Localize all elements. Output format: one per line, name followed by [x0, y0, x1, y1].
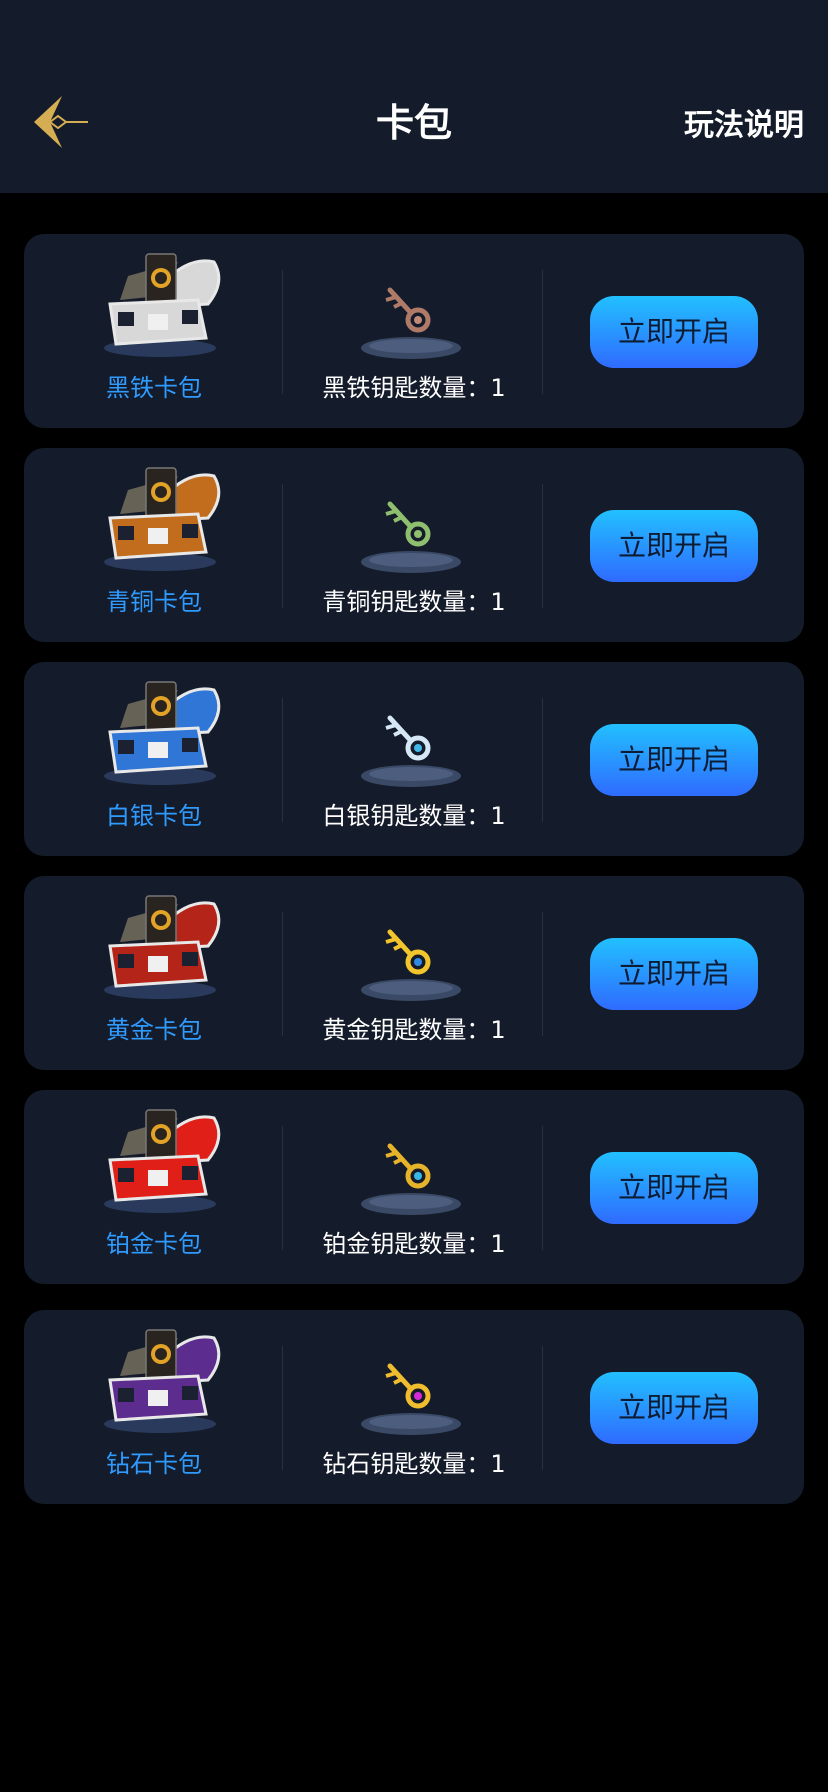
- divider: [542, 484, 543, 608]
- key-count-label: 黑铁钥匙数量：1: [284, 368, 544, 408]
- treasure-chest-icon: [90, 1328, 238, 1436]
- pack-card-3: 白银卡包 白银钥匙数量：1 立即开启: [24, 662, 804, 856]
- treasure-chest-icon: [90, 466, 238, 574]
- key-count-label: 铂金钥匙数量：1: [284, 1224, 544, 1264]
- key-count-text: 钻石钥匙数量：: [322, 1450, 491, 1478]
- treasure-chest-icon: [90, 894, 238, 1002]
- divider: [282, 270, 283, 394]
- key-count-text: 白银钥匙数量：: [322, 802, 491, 830]
- key-icon: [356, 1134, 466, 1220]
- open-now-button[interactable]: 立即开启: [590, 296, 758, 368]
- key-count-label: 青铜钥匙数量：1: [284, 582, 544, 622]
- key-count-text: 铂金钥匙数量：: [322, 1230, 491, 1258]
- key-count-label: 黄金钥匙数量：1: [284, 1010, 544, 1050]
- key-count-value: 1: [490, 1016, 506, 1044]
- key-count-value: 1: [490, 1230, 506, 1258]
- pack-name: 钻石卡包: [106, 1450, 202, 1478]
- open-now-button[interactable]: 立即开启: [590, 938, 758, 1010]
- divider: [282, 698, 283, 822]
- pack-card-4: 黄金卡包 黄金钥匙数量：1 立即开启: [24, 876, 804, 1070]
- divider: [282, 1126, 283, 1250]
- key-icon: [356, 920, 466, 1006]
- key-count-text: 青铜钥匙数量：: [322, 588, 491, 616]
- top-bar: 卡包 玩法说明: [0, 0, 828, 193]
- divider: [542, 1346, 543, 1470]
- key-count-text: 黄金钥匙数量：: [322, 1016, 491, 1044]
- open-now-button[interactable]: 立即开启: [590, 1152, 758, 1224]
- pack-name: 黑铁卡包: [106, 374, 202, 402]
- key-count-text: 黑铁钥匙数量：: [322, 374, 491, 402]
- key-count-value: 1: [490, 374, 506, 402]
- key-icon: [356, 278, 466, 364]
- open-now-button[interactable]: 立即开启: [590, 724, 758, 796]
- open-now-button[interactable]: 立即开启: [590, 1372, 758, 1444]
- rules-link[interactable]: 玩法说明: [684, 104, 804, 148]
- treasure-chest-icon: [90, 1108, 238, 1216]
- key-icon: [356, 1354, 466, 1440]
- pack-name: 黄金卡包: [106, 1016, 202, 1044]
- pack-name: 白银卡包: [106, 802, 202, 830]
- key-count-value: 1: [490, 802, 506, 830]
- key-icon: [356, 706, 466, 792]
- pack-name: 青铜卡包: [106, 588, 202, 616]
- key-count-value: 1: [490, 588, 506, 616]
- treasure-chest-icon: [90, 680, 238, 788]
- divider: [542, 1126, 543, 1250]
- pack-card-1: 黑铁卡包 黑铁钥匙数量：1 立即开启: [24, 234, 804, 428]
- open-now-button[interactable]: 立即开启: [590, 510, 758, 582]
- key-count-value: 1: [490, 1450, 506, 1478]
- pack-card-6: 钻石卡包 钻石钥匙数量：1 立即开启: [24, 1310, 804, 1504]
- divider: [542, 912, 543, 1036]
- key-count-label: 钻石钥匙数量：1: [284, 1444, 544, 1484]
- key-icon: [356, 492, 466, 578]
- pack-name: 铂金卡包: [106, 1230, 202, 1258]
- pack-card-5: 铂金卡包 铂金钥匙数量：1 立即开启: [24, 1090, 804, 1284]
- divider: [542, 698, 543, 822]
- pack-card-2: 青铜卡包 青铜钥匙数量：1 立即开启: [24, 448, 804, 642]
- divider: [542, 270, 543, 394]
- divider: [282, 1346, 283, 1470]
- key-count-label: 白银钥匙数量：1: [284, 796, 544, 836]
- treasure-chest-icon: [90, 252, 238, 360]
- divider: [282, 484, 283, 608]
- divider: [282, 912, 283, 1036]
